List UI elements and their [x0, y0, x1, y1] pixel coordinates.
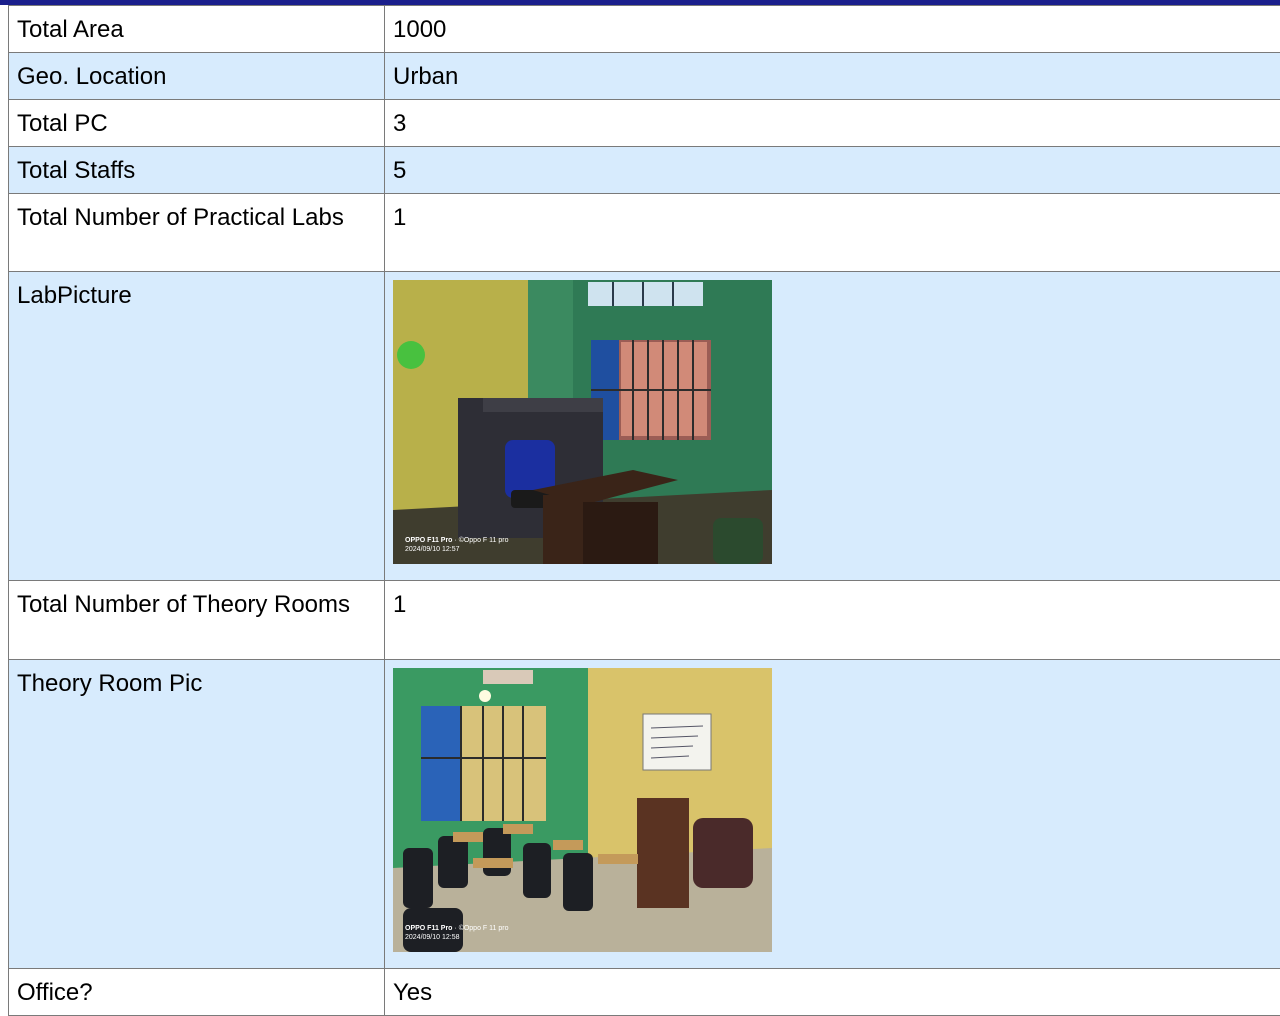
value-theory-rooms: 1	[385, 581, 1280, 660]
label-lab-picture: LabPicture	[9, 272, 385, 581]
value-geo-location: Urban	[385, 53, 1280, 100]
table-row: Total Area 1000	[9, 6, 1280, 53]
info-table: Total Area 1000 Geo. Location Urban Tota…	[8, 5, 1280, 1016]
label-total-staffs: Total Staffs	[9, 147, 385, 194]
theory-room-photo[interactable]: OPPO F11 Pro · ©Oppo F 11 pro 2024/09/10…	[393, 668, 772, 952]
table-row: Total Number of Theory Rooms 1	[9, 581, 1280, 660]
table-row: Office? Yes	[9, 969, 1280, 1016]
lab-photo-image	[393, 280, 772, 564]
label-office: Office?	[9, 969, 385, 1016]
lab-photo-stamp: OPPO F11 Pro · ©Oppo F 11 pro 2024/09/10…	[405, 536, 508, 554]
theory-room-picture-cell: OPPO F11 Pro · ©Oppo F 11 pro 2024/09/10…	[385, 660, 1280, 969]
label-total-pc: Total PC	[9, 100, 385, 147]
value-office: Yes	[385, 969, 1280, 1016]
label-practical-labs: Total Number of Practical Labs	[9, 194, 385, 272]
label-total-area: Total Area	[9, 6, 385, 53]
table-row: Total PC 3	[9, 100, 1280, 147]
value-total-staffs: 5	[385, 147, 1280, 194]
value-total-pc: 3	[385, 100, 1280, 147]
lab-picture-cell: OPPO F11 Pro · ©Oppo F 11 pro 2024/09/10…	[385, 272, 1280, 581]
value-practical-labs: 1	[385, 194, 1280, 272]
value-total-area: 1000	[385, 6, 1280, 53]
table-row: Geo. Location Urban	[9, 53, 1280, 100]
label-theory-rooms: Total Number of Theory Rooms	[9, 581, 385, 660]
theory-room-photo-image	[393, 668, 772, 952]
table-row: Theory Room Pic	[9, 660, 1280, 969]
label-geo-location: Geo. Location	[9, 53, 385, 100]
table-row: Total Number of Practical Labs 1	[9, 194, 1280, 272]
table-row: LabPicture	[9, 272, 1280, 581]
lab-photo[interactable]: OPPO F11 Pro · ©Oppo F 11 pro 2024/09/10…	[393, 280, 772, 564]
label-theory-room-pic: Theory Room Pic	[9, 660, 385, 969]
theory-photo-stamp: OPPO F11 Pro · ©Oppo F 11 pro 2024/09/10…	[405, 924, 508, 942]
table-row: Total Staffs 5	[9, 147, 1280, 194]
